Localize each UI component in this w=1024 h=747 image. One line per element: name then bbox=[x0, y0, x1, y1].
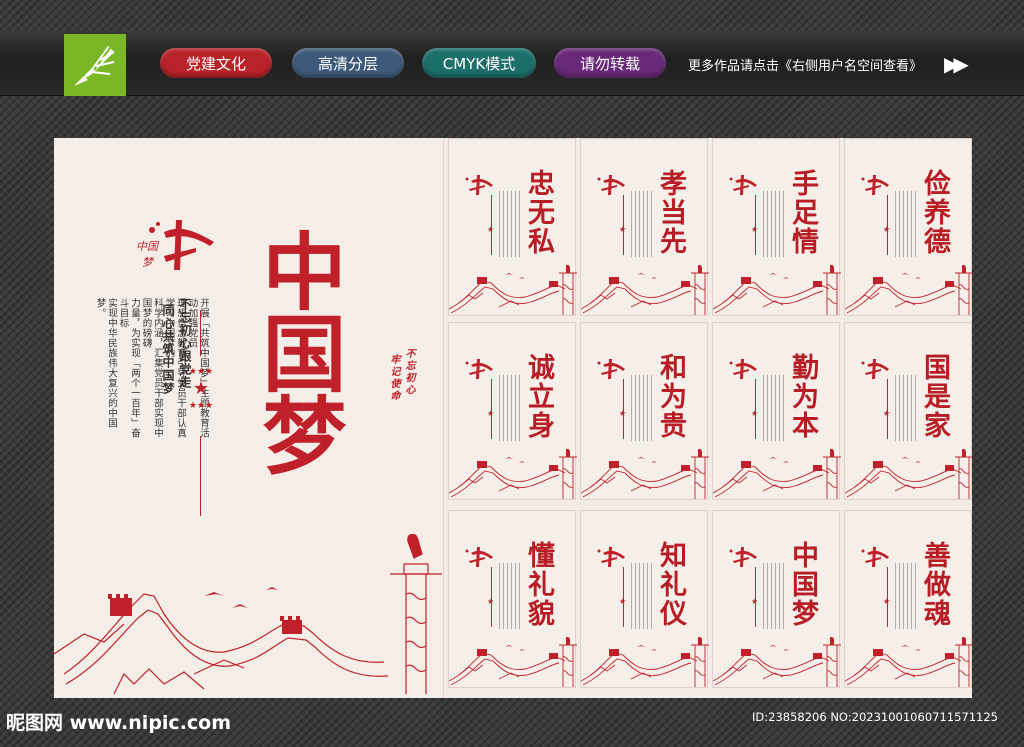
china-dream-seal-icon: 中国 梦 bbox=[136, 220, 214, 270]
great-wall-mini-illustration bbox=[845, 637, 973, 687]
star-icon: ★ bbox=[883, 225, 891, 234]
panel-title: 忠无私 bbox=[523, 169, 554, 256]
great-wall-mini-illustration bbox=[581, 449, 709, 499]
star-icon: ★ bbox=[487, 597, 495, 606]
mini-seal-icon bbox=[729, 175, 757, 195]
panel-body-text bbox=[499, 191, 521, 257]
stamp-slogan: 不忘初心 牢记使命 bbox=[388, 348, 414, 402]
panel-title: 手足情 bbox=[787, 169, 818, 256]
panel-title: 孝当先 bbox=[655, 169, 686, 256]
great-wall-mini-illustration bbox=[713, 637, 841, 687]
virtue-panel: ★ 中国梦 bbox=[712, 510, 841, 688]
star-icon: ★ bbox=[487, 225, 495, 234]
great-wall-mini-illustration bbox=[713, 265, 841, 315]
panel-body-text bbox=[763, 191, 785, 257]
great-wall-mini-illustration bbox=[449, 637, 577, 687]
site-watermark: 昵图网 www.nipic.com bbox=[6, 712, 232, 734]
star-icon: ★ bbox=[619, 597, 627, 606]
star-icon: ★ bbox=[883, 597, 891, 606]
mini-seal-icon bbox=[465, 175, 493, 195]
panel-body-text bbox=[895, 375, 917, 441]
tag-party-culture[interactable]: 党建文化 bbox=[160, 48, 272, 78]
mini-seal-icon bbox=[465, 359, 493, 379]
pen-leaf-icon bbox=[74, 46, 115, 86]
divider-line-top bbox=[200, 310, 201, 356]
mini-seal-icon bbox=[597, 547, 625, 567]
panel-body-text bbox=[763, 563, 785, 629]
panel-title: 善做魂 bbox=[919, 541, 950, 628]
mini-seal-icon bbox=[465, 547, 493, 567]
panel-body-text bbox=[895, 563, 917, 629]
mini-seal-icon bbox=[861, 359, 889, 379]
site-logo[interactable] bbox=[64, 34, 126, 96]
great-wall-illustration bbox=[54, 534, 442, 695]
great-wall-mini-illustration bbox=[845, 449, 973, 499]
svg-text:梦: 梦 bbox=[142, 256, 155, 269]
tag-no-repost[interactable]: 请勿转载 bbox=[554, 48, 666, 78]
virtue-panel: ★ 诚立身 bbox=[448, 322, 577, 500]
mini-seal-icon bbox=[729, 547, 757, 567]
tag-cmyk-mode[interactable]: CMYK模式 bbox=[422, 48, 536, 78]
panel-title: 勤为本 bbox=[787, 353, 818, 440]
divider-line-bottom bbox=[200, 436, 201, 516]
mini-seal-icon bbox=[597, 359, 625, 379]
great-wall-mini-illustration bbox=[449, 265, 577, 315]
more-works-notice[interactable]: 更多作品请点击《右侧用户名空间查看》 bbox=[688, 55, 922, 74]
panel-body-text bbox=[499, 375, 521, 441]
great-wall-mini-illustration bbox=[581, 265, 709, 315]
panel-title: 懂礼貌 bbox=[523, 541, 554, 628]
mini-seal-icon bbox=[861, 547, 889, 567]
virtue-panel: ★ 孝当先 bbox=[580, 138, 709, 316]
panel-body-text bbox=[631, 375, 653, 441]
virtue-panel: ★ 俭养德 bbox=[844, 138, 973, 316]
panel-body-text bbox=[763, 375, 785, 441]
virtue-panel: ★ 知礼仪 bbox=[580, 510, 709, 688]
main-title: 中国梦 bbox=[249, 228, 348, 474]
virtue-panel: ★ 善做魂 bbox=[844, 510, 973, 688]
great-wall-mini-illustration bbox=[713, 449, 841, 499]
virtue-panel: ★ 忠无私 bbox=[448, 138, 577, 316]
virtue-panel: ★ 手足情 bbox=[712, 138, 841, 316]
panel-title: 知礼仪 bbox=[655, 541, 686, 628]
star-icon: ★ bbox=[487, 409, 495, 418]
star-icon: ★ bbox=[883, 409, 891, 418]
virtue-panel: ★ 和为贵 bbox=[580, 322, 709, 500]
star-icon: ★ bbox=[751, 409, 759, 418]
svg-text:中国: 中国 bbox=[136, 240, 160, 253]
virtue-panel: ★ 懂礼貌 bbox=[448, 510, 577, 688]
red-stars-icon: ★★★ ★ ★★★ bbox=[188, 367, 214, 411]
panel-title: 国是家 bbox=[919, 353, 950, 440]
image-id-label: ID:23858206 NO:20231001060711571125 bbox=[752, 710, 998, 724]
star-icon: ★ bbox=[619, 409, 627, 418]
mini-seal-icon bbox=[597, 175, 625, 195]
panel-title: 俭养德 bbox=[919, 169, 950, 256]
tag-hd-layers[interactable]: 高清分层 bbox=[292, 48, 404, 78]
star-icon: ★ bbox=[751, 225, 759, 234]
panel-body-text bbox=[499, 563, 521, 629]
panel-title: 和为贵 bbox=[655, 353, 686, 440]
panel-title: 中国梦 bbox=[787, 541, 818, 628]
great-wall-mini-illustration bbox=[581, 637, 709, 687]
virtue-panel: ★ 勤为本 bbox=[712, 322, 841, 500]
great-wall-mini-illustration bbox=[845, 265, 973, 315]
forward-arrows-icon[interactable]: ▶▶ bbox=[944, 52, 969, 76]
virtue-panel: ★ 国是家 bbox=[844, 322, 973, 500]
mini-seal-icon bbox=[861, 175, 889, 195]
mini-seal-icon bbox=[729, 359, 757, 379]
great-wall-mini-illustration bbox=[449, 449, 577, 499]
panel-body-text bbox=[631, 563, 653, 629]
panel-body-text bbox=[895, 191, 917, 257]
star-icon: ★ bbox=[619, 225, 627, 234]
panel-title: 诚立身 bbox=[523, 353, 554, 440]
star-icon: ★ bbox=[751, 597, 759, 606]
panel-body-text bbox=[631, 191, 653, 257]
